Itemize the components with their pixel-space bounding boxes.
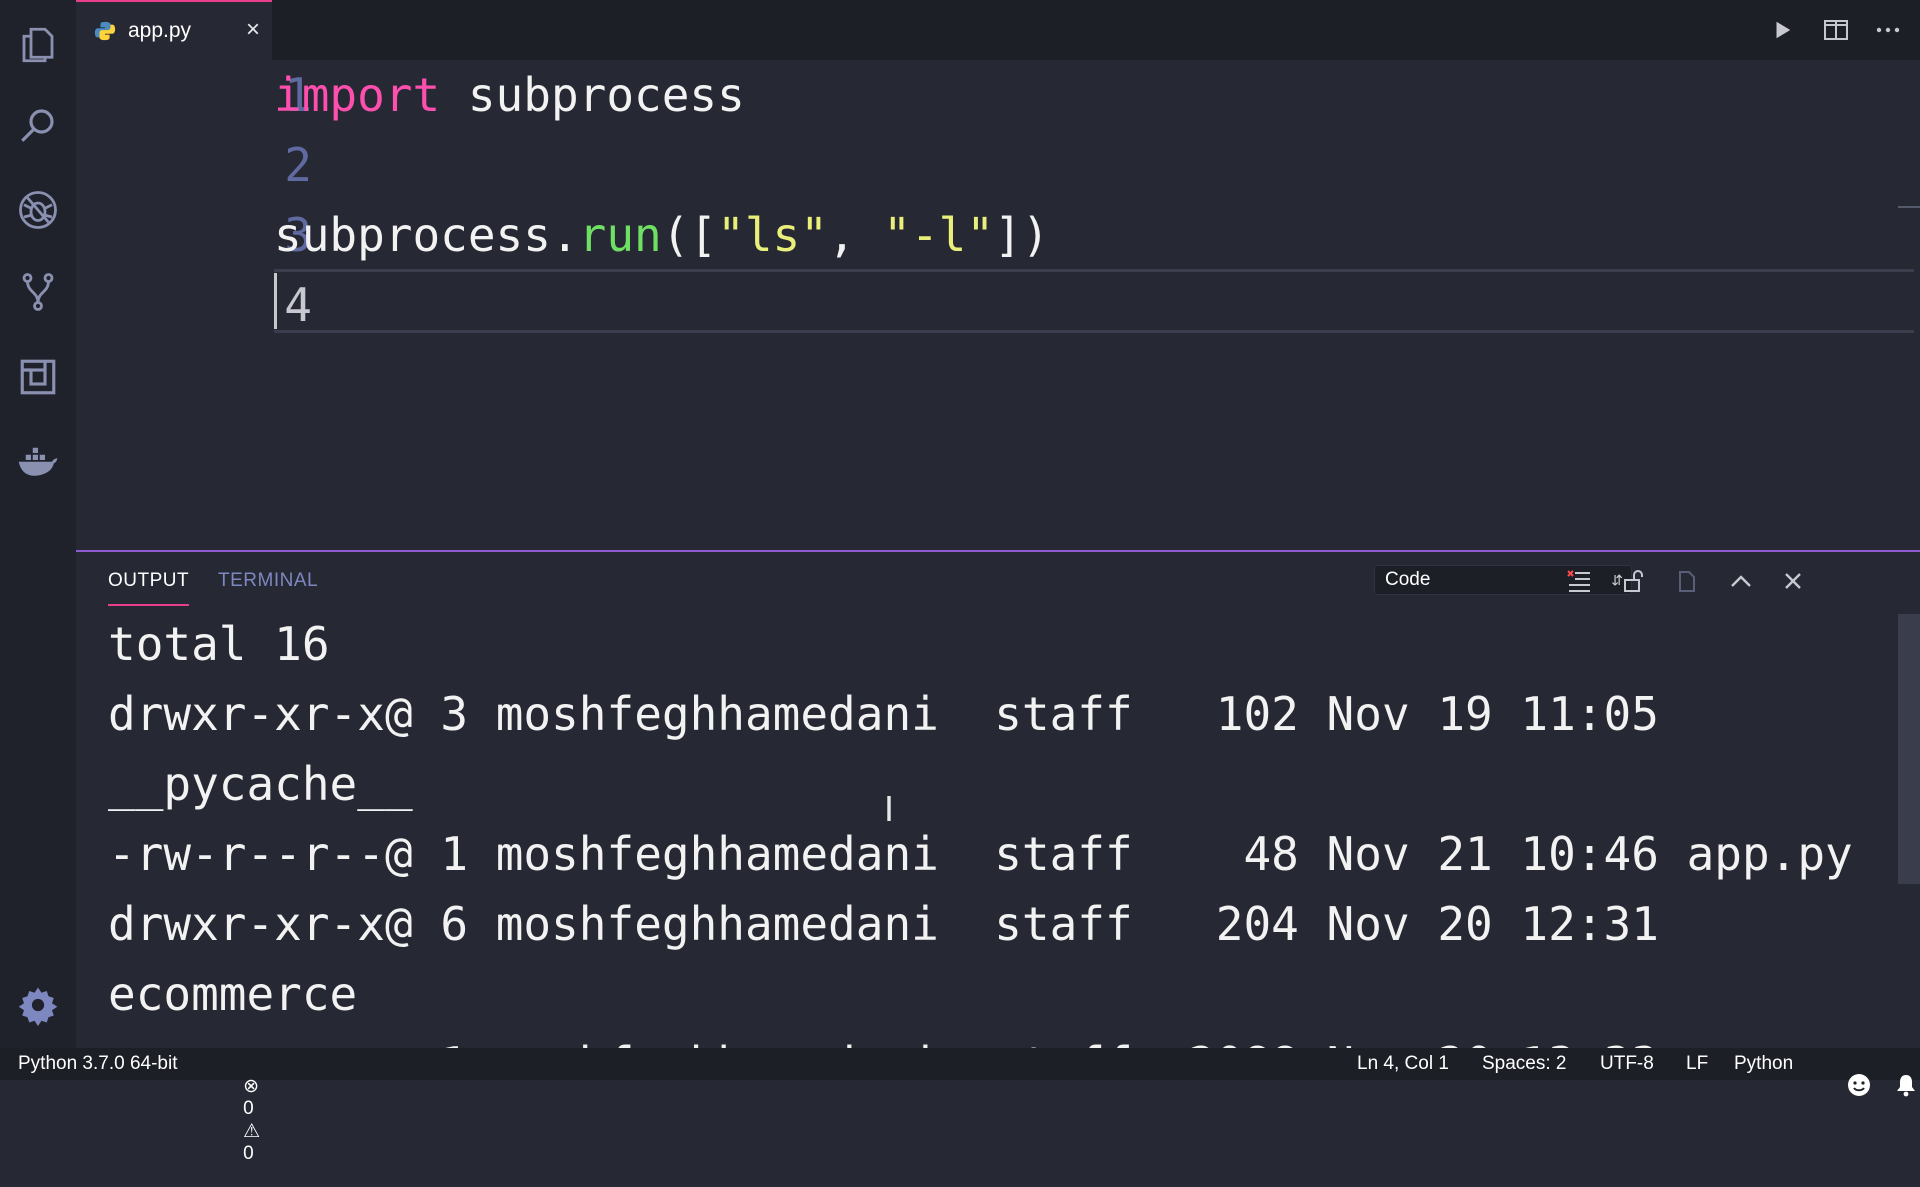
overview-ruler-mark	[1898, 206, 1920, 208]
feedback-button[interactable]	[1826, 1051, 1871, 1125]
code-line-1: import subprocess	[274, 68, 745, 122]
line-number-active: 4	[284, 278, 312, 332]
explorer-button[interactable]	[0, 5, 76, 85]
error-count: 0	[243, 1098, 254, 1119]
punctuation: ,	[827, 208, 884, 262]
close-icon	[1785, 573, 1801, 589]
current-line-highlight	[274, 269, 1914, 333]
output-line: drwxr-xr-x@ 6 moshfeghhamedani staff 204…	[108, 897, 1659, 951]
more-actions-button[interactable]	[1872, 14, 1904, 46]
output-line: __pycache__	[108, 757, 413, 811]
smiley-icon	[1848, 1074, 1871, 1096]
bell-icon	[1897, 1075, 1916, 1097]
run-button[interactable]	[1766, 14, 1798, 46]
python-interpreter[interactable]: Python 3.7.0 64-bit	[18, 1053, 178, 1075]
function-name: run	[578, 208, 662, 262]
module-name: subprocess	[440, 68, 745, 122]
line-number: 2	[284, 138, 312, 192]
search-button[interactable]	[0, 85, 76, 165]
text-cursor	[274, 273, 277, 329]
bottom-panel: OUTPUT TERMINAL Code ⇵ total 16 drwxr-xr…	[76, 550, 1920, 1048]
tab-app-py[interactable]: app.py ×	[76, 0, 272, 60]
editor-tab-bar: app.py ×	[76, 0, 1920, 60]
source-control-icon	[22, 273, 54, 311]
end-of-line[interactable]: LF	[1686, 1053, 1708, 1075]
chevron-up-icon	[1731, 575, 1751, 587]
clear-output-button[interactable]	[1562, 564, 1596, 598]
output-channel-value: Code	[1385, 569, 1431, 590]
language-mode[interactable]: Python	[1734, 1053, 1793, 1075]
extensions-icon	[20, 359, 56, 395]
split-editor-button[interactable]	[1820, 14, 1852, 46]
keyword-import: import	[274, 68, 441, 122]
code-editor[interactable]: 1 2 3 4 import subprocess subprocess.run…	[76, 60, 1920, 550]
debug-icon	[19, 191, 57, 229]
open-log-file-button[interactable]	[1670, 564, 1704, 598]
problems-indicator[interactable]: ⊗ 0 ⚠ 0	[222, 1053, 260, 1187]
punctuation: ([	[661, 208, 718, 262]
string-literal: "ls"	[717, 208, 828, 262]
output-line: total 16	[108, 617, 330, 671]
settings-button[interactable]	[0, 965, 76, 1045]
gear-icon	[18, 987, 58, 1026]
output-line: -rw-r--r--@ 1 moshfeghhamedani staff 208…	[108, 1034, 1659, 1048]
tab-label: app.py	[128, 19, 192, 42]
debug-button[interactable]	[0, 170, 76, 250]
notifications-button[interactable]	[1874, 1051, 1917, 1125]
tab-output[interactable]: OUTPUT	[108, 570, 190, 606]
source-control-button[interactable]	[0, 252, 76, 332]
punctuation: ])	[994, 208, 1050, 262]
output-line: drwxr-xr-x@ 3 moshfeghhamedani staff 102…	[108, 687, 1659, 741]
docker-icon	[18, 447, 58, 476]
docker-button[interactable]	[0, 420, 76, 500]
warning-icon: ⚠	[243, 1121, 261, 1142]
maximize-panel-button[interactable]	[1724, 564, 1758, 598]
python-file-icon	[94, 21, 116, 41]
status-bar: Python 3.7.0 64-bit ⊗ 0 ⚠ 0 Ln 4, Col 1 …	[0, 1048, 1920, 1164]
output-line: ecommerce	[108, 967, 358, 1021]
warning-count: 0	[243, 1143, 254, 1164]
lock-scroll-button[interactable]	[1616, 564, 1650, 598]
text-cursor-ibeam: I	[884, 788, 895, 829]
panel-scrollbar[interactable]	[1898, 614, 1920, 884]
cursor-position[interactable]: Ln 4, Col 1	[1357, 1053, 1449, 1075]
code-line-3: subprocess.run(["ls", "-l"])	[274, 208, 1049, 262]
play-icon	[1776, 21, 1791, 39]
encoding[interactable]: UTF-8	[1600, 1053, 1654, 1075]
extensions-button[interactable]	[0, 337, 76, 417]
activity-bar	[0, 0, 76, 1048]
files-icon	[22, 27, 54, 63]
ellipsis-icon	[1876, 27, 1900, 33]
indentation[interactable]: Spaces: 2	[1482, 1053, 1567, 1075]
split-editor-icon	[1824, 20, 1848, 40]
search-icon	[21, 109, 54, 142]
close-panel-button[interactable]	[1776, 564, 1810, 598]
unlock-icon	[1624, 570, 1643, 592]
close-tab-button[interactable]: ×	[246, 16, 260, 44]
output-line: -rw-r--r--@ 1 moshfeghhamedani staff 48 …	[108, 827, 1853, 881]
file-icon	[1679, 571, 1695, 592]
tab-terminal[interactable]: TERMINAL	[218, 570, 318, 592]
error-icon: ⊗	[243, 1076, 260, 1097]
string-literal: "-l"	[883, 208, 995, 262]
clear-output-icon	[1567, 570, 1590, 592]
object-name: subprocess.	[274, 208, 579, 262]
